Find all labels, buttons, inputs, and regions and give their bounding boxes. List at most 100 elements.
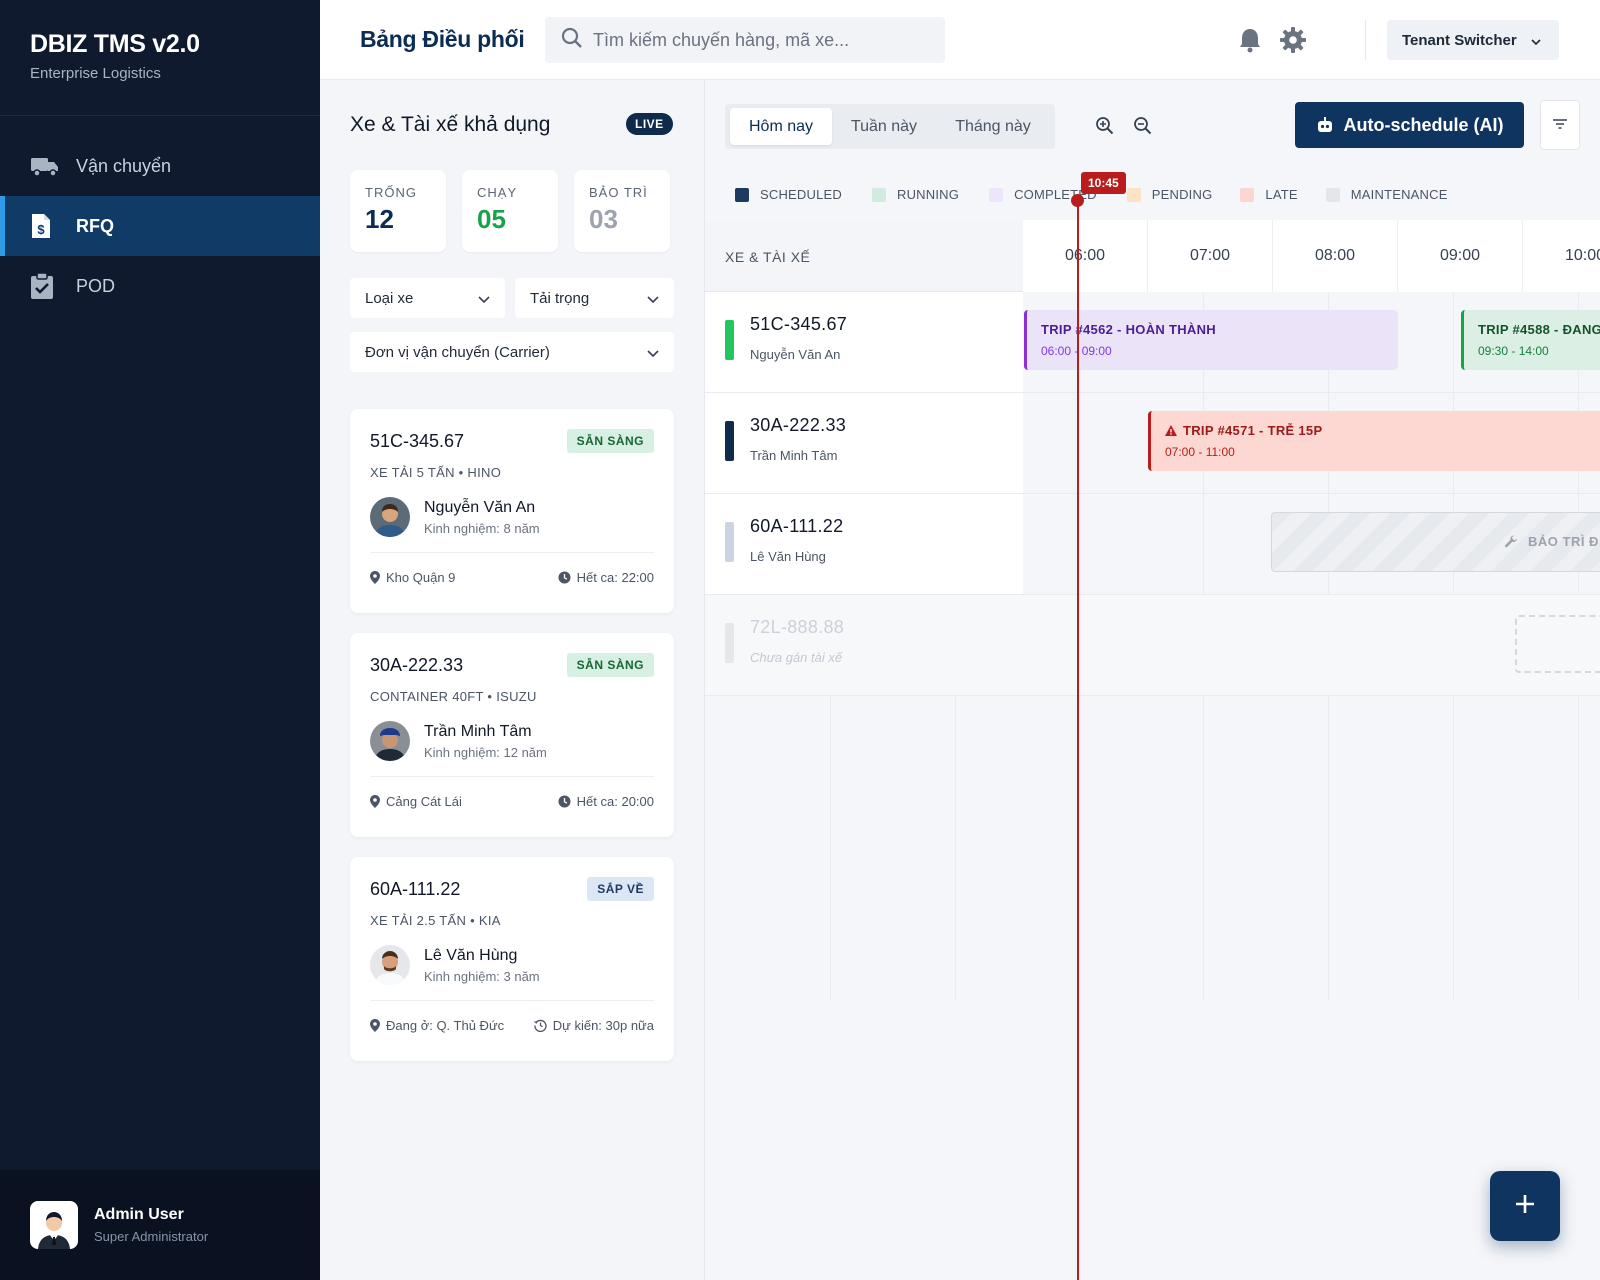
clipboard-check-icon (30, 272, 64, 300)
vehicle-plate: 30A-222.33 (370, 655, 464, 675)
sidebar-item-rfq[interactable]: $ RFQ (0, 196, 320, 256)
maintenance-label: BẢO TRÌ Đ (1504, 534, 1599, 549)
sidebar-item-van-chuyen[interactable]: Vận chuyển (0, 136, 320, 196)
vehicle-plate: 60A-111.22 (370, 879, 461, 899)
zoom-out-icon[interactable] (1133, 116, 1153, 136)
select-value: Loại xe (365, 289, 414, 307)
row-plate: 60A-111.22 (750, 516, 844, 536)
column-header-vehicle-driver: XE & TÀI XẾ (725, 249, 811, 265)
hour-label: 06:00 (1023, 220, 1148, 292)
auto-schedule-button[interactable]: Auto-schedule (AI) (1295, 102, 1524, 148)
legend-label: MAINTENANCE (1350, 187, 1448, 202)
maintenance-block[interactable]: BẢO TRÌ Đ (1271, 512, 1600, 572)
svg-text:$: $ (37, 222, 45, 237)
driver-avatar (370, 945, 410, 985)
vehicle-card[interactable]: 51C-345.67 SẴN SÀNG XE TẢI 5 TẤN • HINO … (350, 409, 674, 613)
row-driver: Trần Minh Tâm (750, 448, 838, 463)
driver-name: Nguyễn Văn An (424, 499, 536, 516)
trip-time: 07:00 - 11:00 (1165, 445, 1235, 459)
tab-this-month[interactable]: Tháng này (936, 108, 1050, 145)
legend-scheduled: SCHEDULED (735, 187, 842, 202)
tab-this-week[interactable]: Tuần này (832, 108, 936, 145)
user-name: Admin User (94, 1206, 184, 1223)
vehicle-type-select[interactable]: Loại xe (350, 278, 505, 318)
truck-icon (30, 155, 64, 177)
timeline-row: 30A-222.33 Trần Minh Tâm TRIP #4571 - TR… (705, 393, 1600, 494)
vehicle-card[interactable]: 30A-222.33 SẴN SÀNG CONTAINER 40FT • ISU… (350, 633, 674, 837)
sidebar-item-label: RFQ (76, 215, 114, 236)
divider (370, 552, 654, 553)
current-time-label: 10:45 (1081, 172, 1126, 194)
trip-block-running[interactable]: TRIP #4588 - ĐANG 09:30 - 14:00 (1461, 310, 1600, 370)
live-badge: LIVE (626, 113, 673, 135)
vehicle-type: CONTAINER 40FT • ISUZU (370, 689, 537, 704)
sidebar-item-label: POD (76, 275, 116, 296)
brand-subtitle: Enterprise Logistics (30, 65, 161, 82)
status-badge: SẴN SÀNG (566, 653, 654, 677)
chevron-down-icon (647, 344, 659, 361)
empty-slot-dropzone[interactable] (1515, 615, 1600, 673)
row-driver: Nguyễn Văn An (750, 347, 841, 362)
select-value: Tải trọng (530, 289, 590, 307)
driver-experience: Kinh nghiệm: 8 năm (424, 521, 540, 536)
location-pin-icon (370, 795, 380, 808)
divider (370, 1000, 654, 1001)
search-input[interactable] (593, 29, 913, 51)
plus-icon (1514, 1193, 1536, 1220)
zoom-in-icon[interactable] (1095, 116, 1115, 136)
legend-late: LATE (1240, 187, 1298, 202)
row-vehicle-info[interactable]: 60A-111.22 Lê Văn Hùng (705, 494, 1023, 594)
location-text: Cảng Cát Lái (386, 794, 462, 809)
row-vehicle-info[interactable]: 30A-222.33 Trần Minh Tâm (705, 393, 1023, 493)
tab-today[interactable]: Hôm nay (730, 108, 832, 145)
sidebar-item-pod[interactable]: POD (0, 256, 320, 316)
row-vehicle-info[interactable]: 72L-888.88 Chưa gán tài xế (705, 595, 1023, 695)
eta: Dự kiến: 30p nữa (533, 1018, 654, 1033)
tenant-switcher[interactable]: Tenant Switcher (1387, 20, 1559, 60)
invoice-dollar-icon: $ (30, 212, 64, 240)
select-value: Đơn vị vận chuyển (Carrier) (365, 343, 550, 361)
legend-label: SCHEDULED (760, 187, 842, 202)
auto-schedule-label: Auto-schedule (AI) (1343, 114, 1504, 135)
divider (370, 776, 654, 777)
legend-label: RUNNING (896, 187, 960, 202)
sidebar-nav: Vận chuyển $ RFQ POD (0, 136, 320, 316)
row-plate: 72L-888.88 (750, 617, 845, 637)
user-profile[interactable]: Admin User Super Administrator (0, 1170, 320, 1280)
trip-block-completed[interactable]: TRIP #4562 - HOÀN THÀNH 06:00 - 09:00 (1024, 310, 1398, 370)
stat-card-maintenance: BẢO TRÌ 03 (574, 170, 670, 252)
filter-button[interactable] (1540, 100, 1580, 150)
load-select[interactable]: Tải trọng (515, 278, 674, 318)
row-plate: 30A-222.33 (750, 415, 847, 435)
row-status-bar (725, 421, 734, 461)
vehicle-location: Cảng Cát Lái (370, 794, 462, 809)
hour-scale: 06:00 07:00 08:00 09:00 10:00 (1023, 220, 1600, 292)
legend-running: RUNNING (871, 187, 960, 202)
hour-label: 08:00 (1273, 220, 1398, 292)
add-button[interactable] (1490, 1171, 1560, 1241)
gear-icon[interactable] (1277, 24, 1309, 56)
vehicle-location: Đang ở: Q. Thủ Đức (370, 1018, 504, 1033)
driver-name: Lê Văn Hùng (424, 947, 518, 964)
user-role: Super Administrator (94, 1229, 209, 1244)
legend-swatch (989, 187, 1004, 202)
driver-experience: Kinh nghiệm: 3 năm (424, 969, 540, 984)
shift-text: Hết ca: 20:00 (576, 794, 654, 809)
legend-swatch (1126, 187, 1141, 202)
hour-label: 07:00 (1148, 220, 1273, 292)
header-separator (1365, 20, 1366, 60)
stat-label: CHẠY (477, 185, 518, 200)
search-box[interactable] (545, 17, 945, 63)
vehicle-card[interactable]: 60A-111.22 SẮP VỀ XE TẢI 2.5 TẤN • KIA L… (350, 857, 674, 1061)
wrench-icon (1504, 534, 1517, 547)
hour-label: 10:00 (1523, 220, 1600, 292)
legend-maintenance: MAINTENANCE (1325, 187, 1448, 202)
vehicle-location: Kho Quận 9 (370, 570, 455, 585)
legend-swatch (1240, 187, 1255, 202)
trip-block-late[interactable]: TRIP #4571 - TRỄ 15P 07:00 - 11:00 (1148, 411, 1600, 471)
user-avatar-icon (30, 1201, 78, 1249)
carrier-select[interactable]: Đơn vị vận chuyển (Carrier) (350, 332, 674, 372)
shift-text: Hết ca: 22:00 (576, 570, 654, 585)
row-vehicle-info[interactable]: 51C-345.67 Nguyễn Văn An (705, 292, 1023, 392)
bell-icon[interactable] (1234, 24, 1266, 56)
